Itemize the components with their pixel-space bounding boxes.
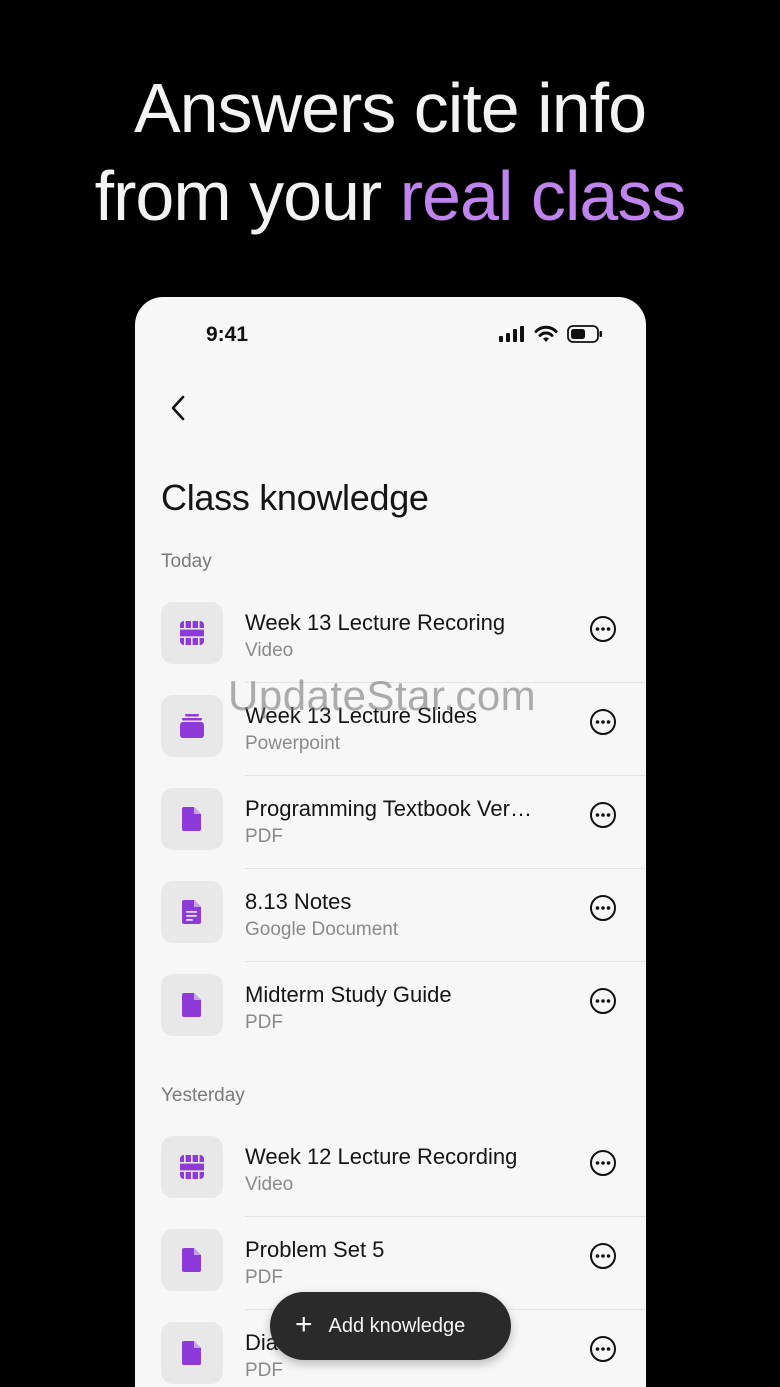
battery-icon bbox=[567, 325, 602, 343]
section-label-yesterday: Yesterday bbox=[161, 1085, 245, 1106]
item-kind: PDF bbox=[245, 826, 283, 847]
list-item[interactable]: Midterm Study Guide PDF bbox=[135, 962, 646, 1055]
item-name: Week 13 Lecture Slides bbox=[245, 703, 477, 728]
item-name: Week 12 Lecture Recording bbox=[245, 1144, 518, 1169]
item-name: Problem Set 5 bbox=[245, 1237, 385, 1262]
pdf-icon bbox=[182, 1248, 201, 1272]
page-title: Class knowledge bbox=[161, 477, 429, 518]
item-name: Programming Textbook Ver… bbox=[245, 796, 532, 821]
pdf-icon bbox=[182, 1341, 201, 1365]
list-item[interactable]: Week 13 Lecture Recoring Video bbox=[135, 590, 646, 683]
more-options-icon[interactable] bbox=[588, 1241, 618, 1271]
status-icons bbox=[499, 325, 603, 343]
chevron-left-icon bbox=[171, 395, 185, 421]
item-kind: Powerpoint bbox=[245, 733, 341, 754]
item-kind: PDF bbox=[245, 1360, 283, 1381]
list-item[interactable]: Programming Textbook Ver… PDF bbox=[135, 776, 646, 869]
video-icon bbox=[180, 1155, 204, 1179]
list-item[interactable]: 8.13 Notes Google Document bbox=[135, 869, 646, 962]
item-kind: PDF bbox=[245, 1012, 283, 1033]
file-tile bbox=[161, 974, 223, 1036]
item-kind: PDF bbox=[245, 1267, 283, 1288]
file-tile bbox=[161, 1136, 223, 1198]
list-item[interactable]: Week 12 Lecture Recording Video bbox=[135, 1124, 646, 1217]
file-tile bbox=[161, 881, 223, 943]
more-options-icon[interactable] bbox=[588, 986, 618, 1016]
item-name: 8.13 Notes bbox=[245, 889, 352, 914]
phone-screen: 9:41 Class knowledge Today Week 13 Lectu… bbox=[135, 297, 646, 1387]
more-options-icon[interactable] bbox=[588, 1334, 618, 1364]
item-name: Midterm Study Guide bbox=[245, 982, 452, 1007]
headline-plain: from your bbox=[94, 157, 400, 235]
file-tile bbox=[161, 602, 223, 664]
wifi-icon bbox=[534, 325, 558, 342]
file-tile bbox=[161, 1322, 223, 1384]
status-time: 9:41 bbox=[206, 323, 249, 346]
file-tile bbox=[161, 1229, 223, 1291]
more-options-icon[interactable] bbox=[588, 614, 618, 644]
more-options-icon[interactable] bbox=[588, 893, 618, 923]
add-knowledge-label: Add knowledge bbox=[328, 1314, 466, 1337]
pdf-icon bbox=[182, 807, 201, 831]
add-knowledge-button[interactable]: + Add knowledge bbox=[270, 1292, 511, 1360]
item-name: Week 13 Lecture Recoring bbox=[245, 610, 506, 635]
headline-line-2: from your real class bbox=[0, 152, 780, 240]
item-kind: Video bbox=[245, 1174, 294, 1195]
headline: Answers cite info from your real class bbox=[0, 64, 780, 240]
plus-icon: + bbox=[295, 1307, 313, 1341]
back-button[interactable] bbox=[163, 393, 193, 423]
item-kind: Google Document bbox=[245, 919, 399, 940]
pdf-icon bbox=[182, 993, 201, 1017]
item-kind: Video bbox=[245, 640, 294, 661]
doc-icon bbox=[182, 900, 201, 924]
section-label-today: Today bbox=[161, 551, 212, 572]
headline-accent: real class bbox=[399, 157, 687, 235]
slides-icon bbox=[180, 714, 204, 738]
status-bar: 9:41 bbox=[135, 297, 646, 377]
file-tile bbox=[161, 695, 223, 757]
video-icon bbox=[180, 621, 204, 645]
list-item[interactable]: Week 13 Lecture Slides Powerpoint bbox=[135, 683, 646, 776]
more-options-icon[interactable] bbox=[588, 1148, 618, 1178]
more-options-icon[interactable] bbox=[588, 800, 618, 830]
signal-icon bbox=[499, 326, 524, 342]
file-tile bbox=[161, 788, 223, 850]
more-options-icon[interactable] bbox=[588, 707, 618, 737]
headline-line-1: Answers cite info bbox=[133, 69, 647, 147]
